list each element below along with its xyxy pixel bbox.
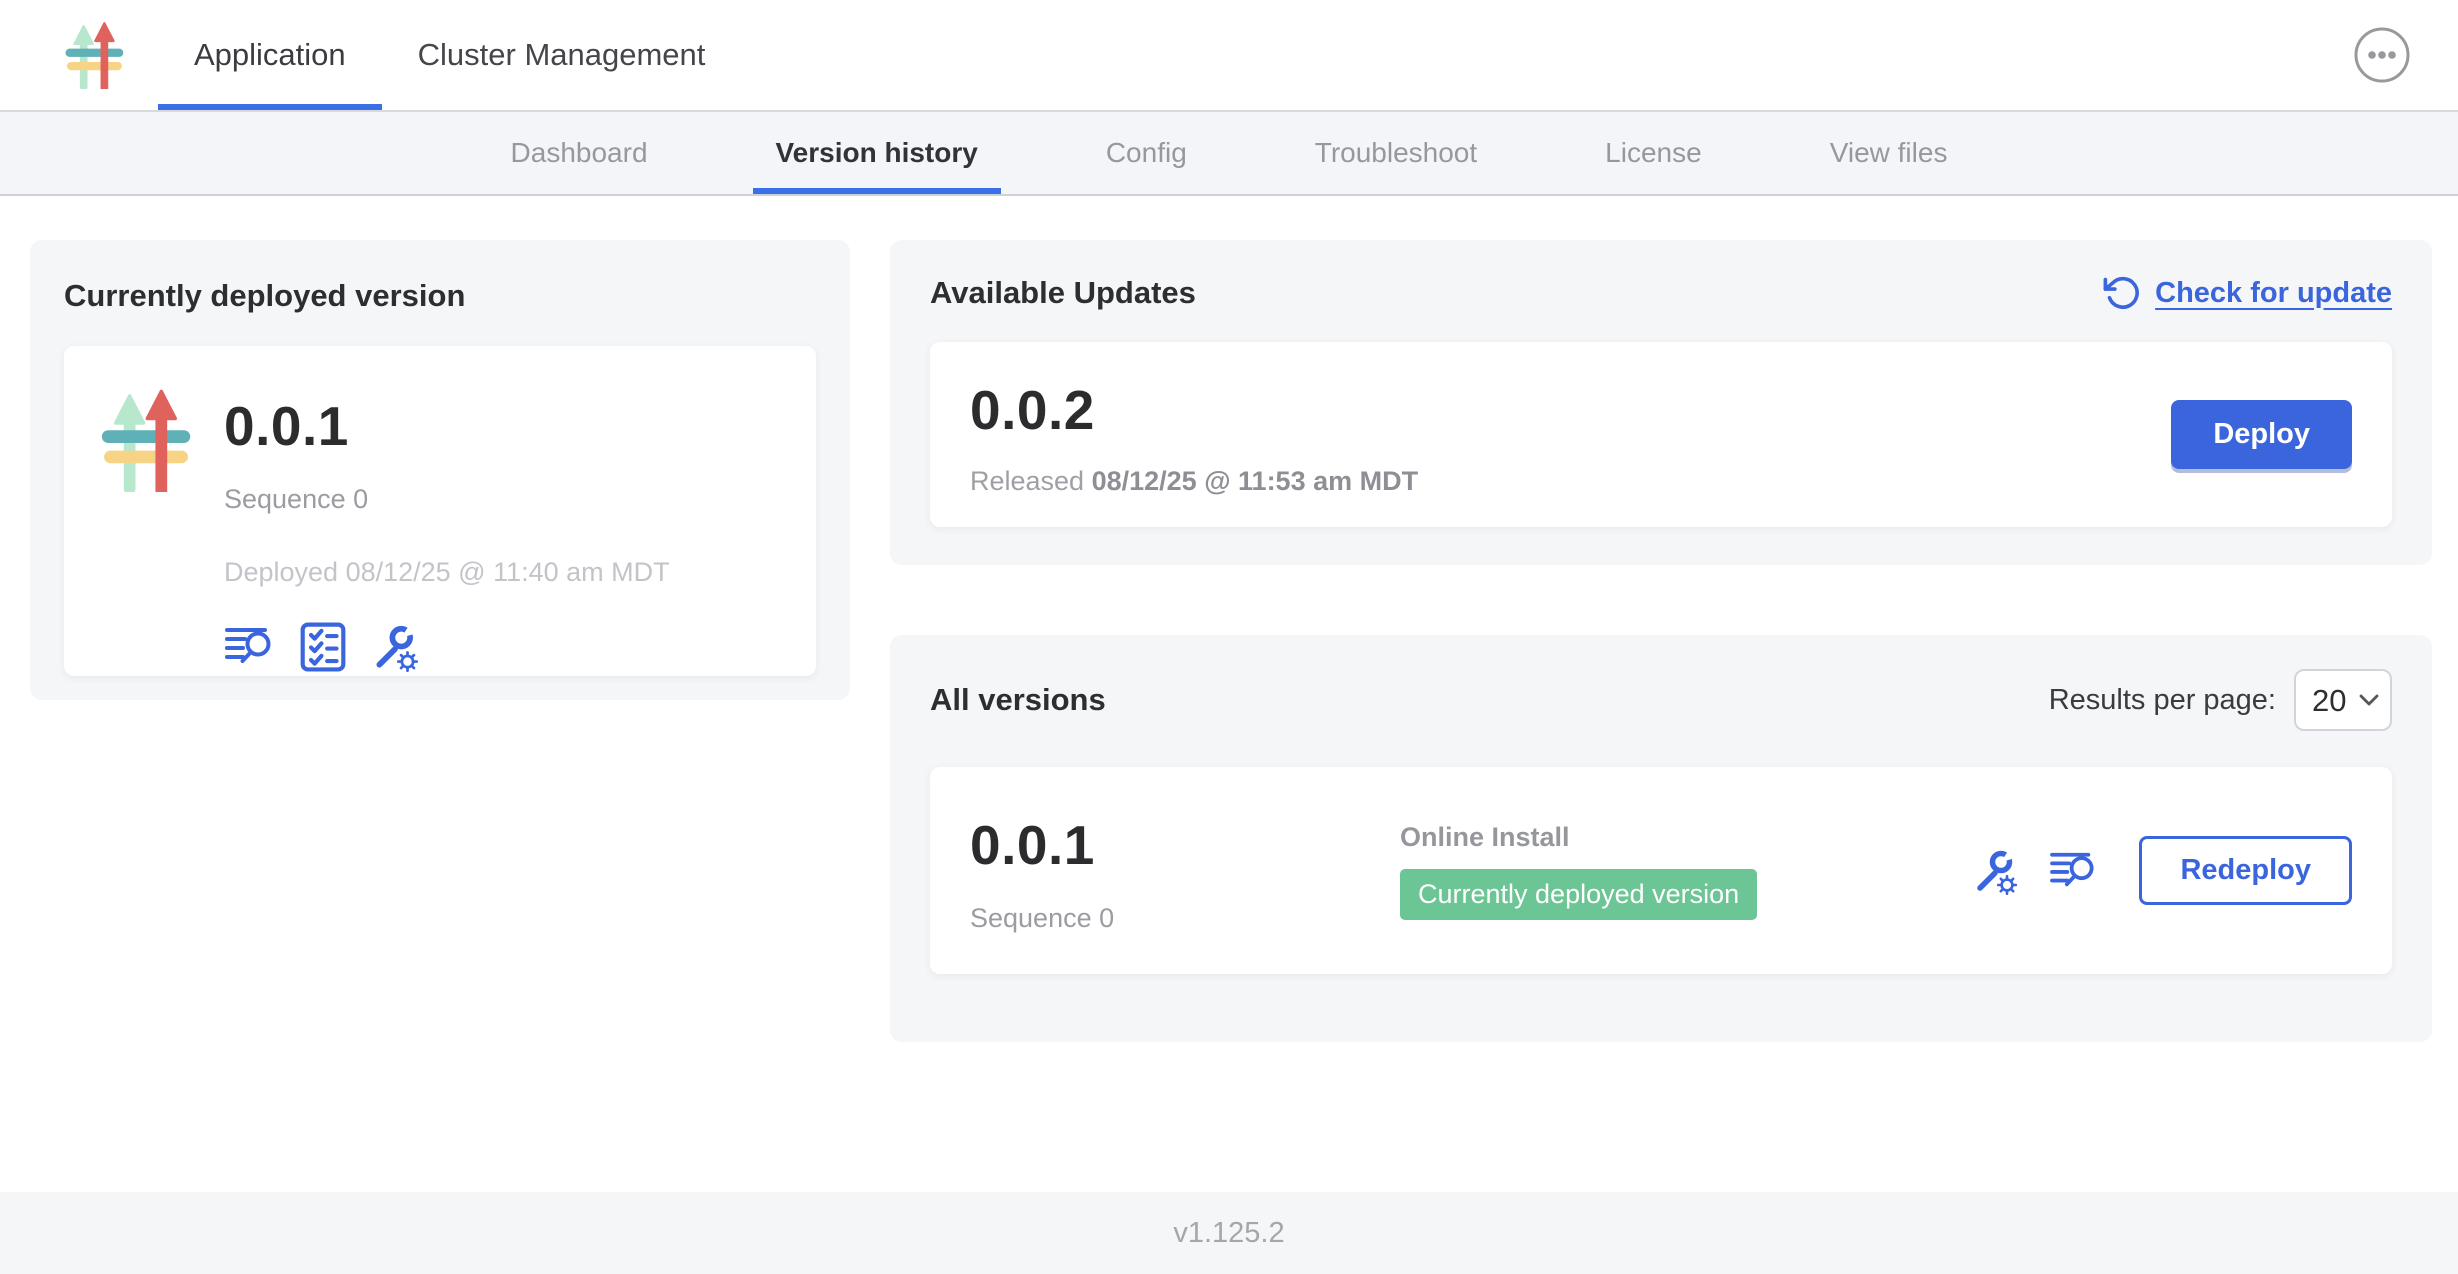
update-released-timestamp: Released 08/12/25 @ 11:53 am MDT <box>970 466 1418 497</box>
edit-config-button[interactable] <box>1971 847 2019 895</box>
all-versions-header: All versions Results per page: 20 <box>930 669 2392 731</box>
subnav-item-view-files[interactable]: View files <box>1807 112 1971 194</box>
top-nav-tabs: Application Cluster Management <box>158 0 741 110</box>
main-content: Currently deployed version 0.0.1 Sequenc… <box>0 196 2458 1192</box>
results-per-page-select[interactable]: 20 <box>2294 669 2392 731</box>
preflight-icon <box>300 622 346 672</box>
deployed-version-details: 0.0.1 Sequence 0 Deployed 08/12/25 @ 11:… <box>224 388 670 634</box>
subnav-item-license[interactable]: License <box>1582 112 1725 194</box>
row-version-number: 0.0.1 <box>970 813 1400 877</box>
subnav-config-label: Config <box>1106 137 1187 169</box>
deployed-timestamp: Deployed 08/12/25 @ 11:40 am MDT <box>224 557 670 588</box>
subnav-item-version-history[interactable]: Version history <box>753 112 1001 194</box>
right-column: Available Updates Check for update 0.0.2… <box>890 240 2432 1042</box>
tab-cluster-management-label: Cluster Management <box>418 37 706 73</box>
all-versions-section: All versions Results per page: 20 <box>890 635 2432 1042</box>
available-updates-header: Available Updates Check for update <box>930 274 2392 312</box>
config-icon <box>1971 847 2019 895</box>
view-preflight-checks-button[interactable] <box>300 622 346 672</box>
subnav-view-files-label: View files <box>1830 137 1948 169</box>
app-header: Application Cluster Management <box>0 0 2458 112</box>
update-version-number: 0.0.2 <box>970 378 1418 442</box>
app-logo <box>64 0 130 110</box>
released-prefix: Released <box>970 466 1084 496</box>
row-status: Online Install Currently deployed versio… <box>1400 822 1971 920</box>
config-icon <box>370 622 420 672</box>
refresh-icon <box>2103 274 2141 312</box>
ellipsis-icon <box>2352 25 2412 85</box>
results-per-page-select-wrap: 20 <box>2294 669 2392 731</box>
tab-application-label: Application <box>194 37 346 73</box>
currently-deployed-section: Currently deployed version 0.0.1 Sequenc… <box>30 240 850 700</box>
available-update-row: 0.0.2 Released 08/12/25 @ 11:53 am MDT D… <box>930 342 2392 527</box>
view-deploy-logs-button[interactable] <box>2049 850 2099 892</box>
row-sequence: Sequence 0 <box>970 903 1400 934</box>
currently-deployed-title: Currently deployed version <box>64 278 816 314</box>
results-per-page: Results per page: 20 <box>2049 669 2392 731</box>
logs-icon <box>2049 850 2099 892</box>
version-history-row: 0.0.1 Sequence 0 Online Install Currentl… <box>930 767 2392 974</box>
released-date: 08/12/25 @ 11:53 am MDT <box>1092 466 1419 496</box>
all-versions-title: All versions <box>930 682 1106 718</box>
subnav-item-troubleshoot[interactable]: Troubleshoot <box>1292 112 1500 194</box>
subnav-license-label: License <box>1605 137 1702 169</box>
results-per-page-label: Results per page: <box>2049 684 2276 717</box>
subnav-item-config[interactable]: Config <box>1083 112 1210 194</box>
deployed-version-number: 0.0.1 <box>224 394 670 458</box>
redeploy-button[interactable]: Redeploy <box>2139 836 2352 905</box>
more-options-button[interactable] <box>2352 25 2412 85</box>
deploy-button[interactable]: Deploy <box>2171 400 2352 469</box>
deployed-sequence: Sequence 0 <box>224 484 670 515</box>
tab-cluster-management[interactable]: Cluster Management <box>382 0 742 110</box>
check-for-update-label: Check for update <box>2155 277 2392 310</box>
currently-deployed-card: 0.0.1 Sequence 0 Deployed 08/12/25 @ 11:… <box>64 346 816 676</box>
currently-deployed-badge: Currently deployed version <box>1400 869 1757 920</box>
app-footer: v1.125.2 <box>0 1192 2458 1274</box>
row-actions: Redeploy <box>1971 836 2352 905</box>
row-version-details: 0.0.1 Sequence 0 <box>970 807 1400 934</box>
deployed-action-icons <box>224 622 670 672</box>
subnav-item-dashboard[interactable]: Dashboard <box>488 112 671 194</box>
tab-application[interactable]: Application <box>158 0 382 110</box>
edit-config-button[interactable] <box>370 622 420 672</box>
update-details: 0.0.2 Released 08/12/25 @ 11:53 am MDT <box>970 372 1418 497</box>
check-for-update-link[interactable]: Check for update <box>2103 274 2392 312</box>
row-install-type: Online Install <box>1400 822 1971 853</box>
subnav-dashboard-label: Dashboard <box>511 137 648 169</box>
view-deploy-logs-button[interactable] <box>224 625 276 669</box>
logs-icon <box>224 625 276 669</box>
console-version: v1.125.2 <box>1173 1217 1284 1250</box>
admin-console-page: Application Cluster Management Dashboard… <box>0 0 2458 1274</box>
subnav-troubleshoot-label: Troubleshoot <box>1315 137 1477 169</box>
app-logo-icon <box>64 21 130 89</box>
app-subnav: Dashboard Version history Config Trouble… <box>0 112 2458 196</box>
available-updates-section: Available Updates Check for update 0.0.2… <box>890 240 2432 565</box>
app-logo-icon <box>100 388 200 492</box>
subnav-version-history-label: Version history <box>776 137 978 169</box>
available-updates-title: Available Updates <box>930 275 1196 311</box>
